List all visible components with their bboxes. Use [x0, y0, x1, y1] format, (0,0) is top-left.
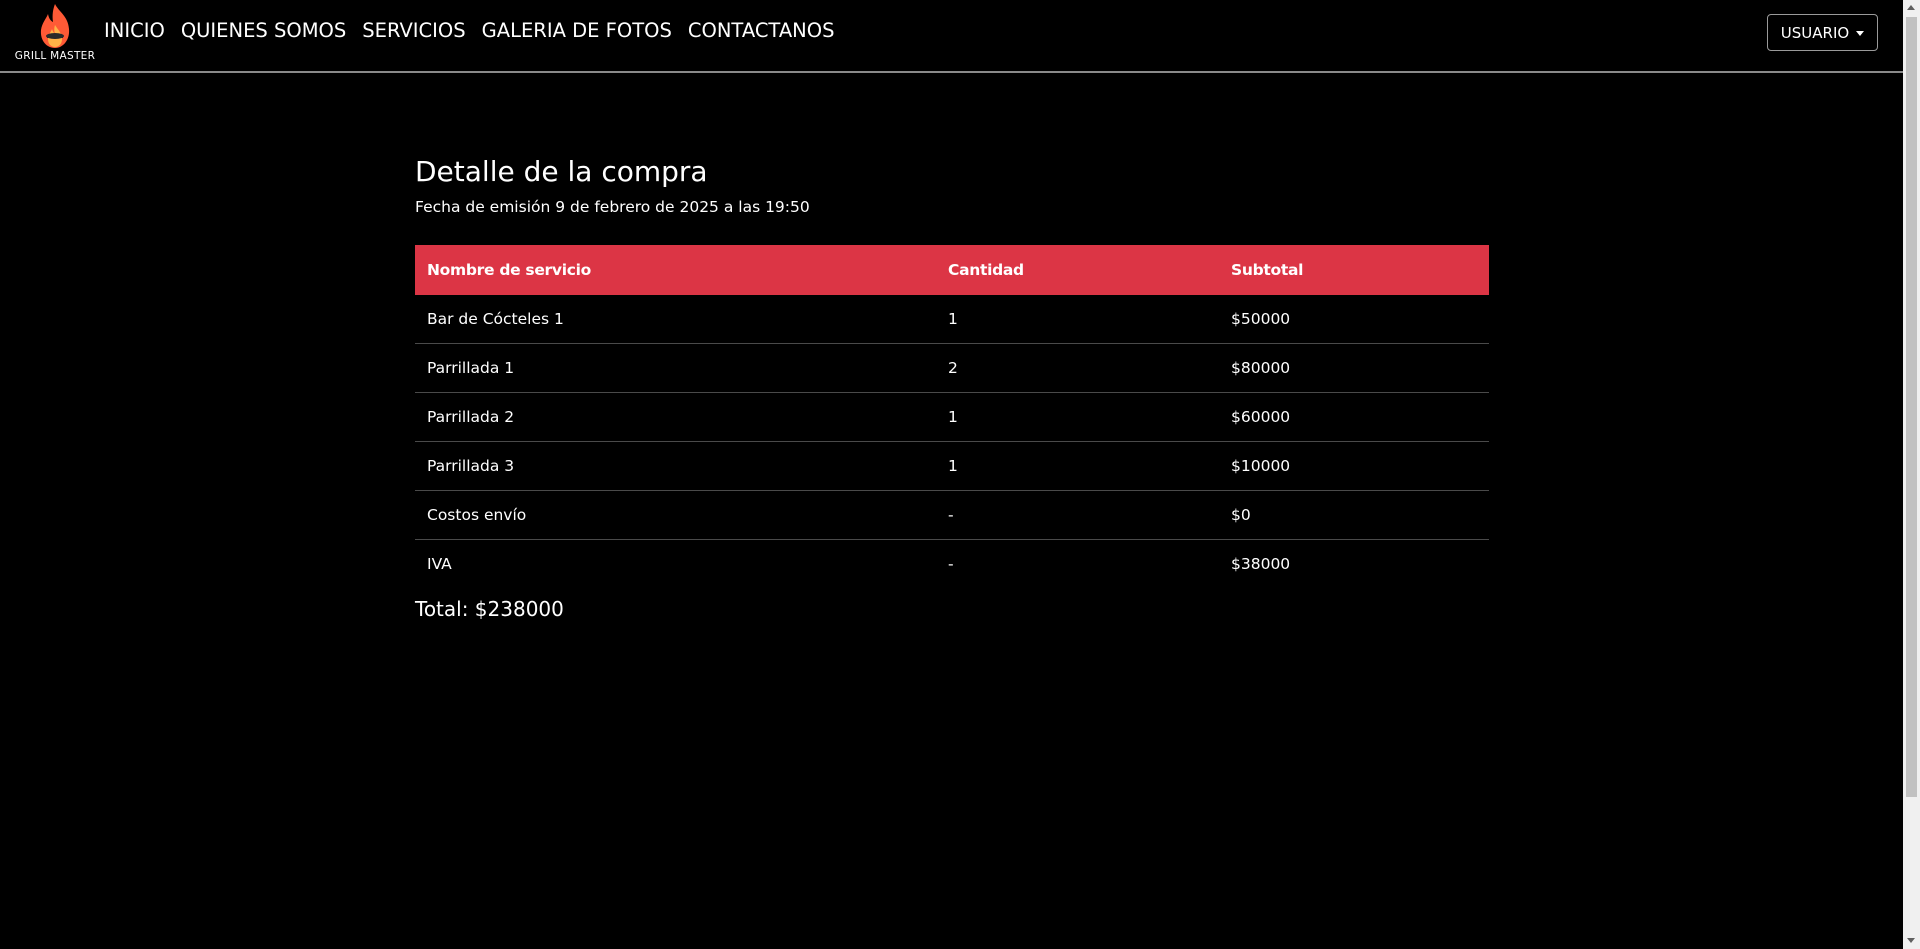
nav-item-inicio[interactable]: INICIO: [104, 19, 165, 42]
cell-service: Costos envío: [415, 490, 936, 540]
table-row: Parrillada 2 1 $60000: [415, 392, 1489, 442]
cell-subtotal: $38000: [1231, 555, 1291, 573]
issue-date: Fecha de emisión 9 de febrero de 2025 a …: [415, 198, 810, 216]
user-dropdown-button[interactable]: USUARIO: [1767, 14, 1878, 51]
column-header-quantity: Cantidad: [936, 245, 1219, 295]
nav-item-servicios[interactable]: SERVICIOS: [362, 19, 465, 42]
cell-quantity: 2: [936, 343, 1219, 393]
cell-quantity: -: [936, 490, 1219, 540]
cell-service: Parrillada 3: [415, 441, 936, 491]
table-row: Parrillada 3 1 $10000: [415, 441, 1489, 491]
scroll-up-arrow-icon[interactable]: [1907, 5, 1915, 10]
cell-subtotal: $60000: [1219, 392, 1489, 442]
brand-name: GRILL MASTER: [14, 50, 96, 62]
page-title: Detalle de la compra: [415, 155, 708, 188]
caret-down-icon: [1856, 30, 1865, 36]
cell-service: Bar de Cócteles 1: [415, 295, 936, 344]
cell-subtotal: $10000: [1219, 441, 1489, 491]
table-row: Bar de Cócteles 1 1 $50000: [415, 295, 1489, 344]
nav-item-contactanos[interactable]: CONTACTANOS: [688, 19, 835, 42]
main-nav: INICIO QUIENES SOMOS SERVICIOS GALERIA D…: [104, 19, 851, 42]
cell-subtotal: $0: [1219, 490, 1489, 540]
cell-subtotal: $50000: [1219, 295, 1489, 344]
cell-service: Parrillada 2: [415, 392, 936, 442]
purchase-table: Nombre de servicio Cantidad Subtotal Bar…: [415, 245, 1489, 588]
scrollbar-thumb[interactable]: [1906, 17, 1917, 797]
scroll-down-arrow-icon[interactable]: [1907, 938, 1915, 943]
cell-quantity: -: [948, 555, 954, 573]
nav-item-quienes-somos[interactable]: QUIENES SOMOS: [181, 19, 346, 42]
column-header-service: Nombre de servicio: [415, 245, 936, 295]
column-header-subtotal: Subtotal: [1219, 245, 1489, 295]
user-button-label: USUARIO: [1780, 23, 1850, 42]
cell-service: IVA: [427, 555, 452, 573]
cell-subtotal: $80000: [1219, 343, 1489, 393]
table-header-row: Nombre de servicio Cantidad Subtotal: [415, 245, 1489, 295]
table-row: Costos envío - $0: [415, 490, 1489, 540]
brand-logo-link[interactable]: GRILL MASTER: [13, 3, 97, 63]
table-row: Parrillada 1 2 $80000: [415, 343, 1489, 393]
cell-service: Parrillada 1: [415, 343, 936, 393]
purchase-detail: Detalle de la compra Fecha de emisión 9 …: [415, 150, 1489, 624]
cell-quantity: 1: [936, 392, 1219, 442]
cell-quantity: 1: [936, 441, 1219, 491]
order-total: Total: $238000: [415, 597, 564, 621]
cell-quantity: 1: [936, 295, 1219, 344]
nav-item-galeria-de-fotos[interactable]: GALERIA DE FOTOS: [482, 19, 672, 42]
table-row: IVA - $38000: [415, 540, 1489, 589]
navbar: GRILL MASTER INICIO QUIENES SOMOS SERVIC…: [0, 0, 1903, 73]
flame-logo-icon: [40, 4, 70, 48]
vertical-scrollbar[interactable]: [1903, 0, 1920, 949]
